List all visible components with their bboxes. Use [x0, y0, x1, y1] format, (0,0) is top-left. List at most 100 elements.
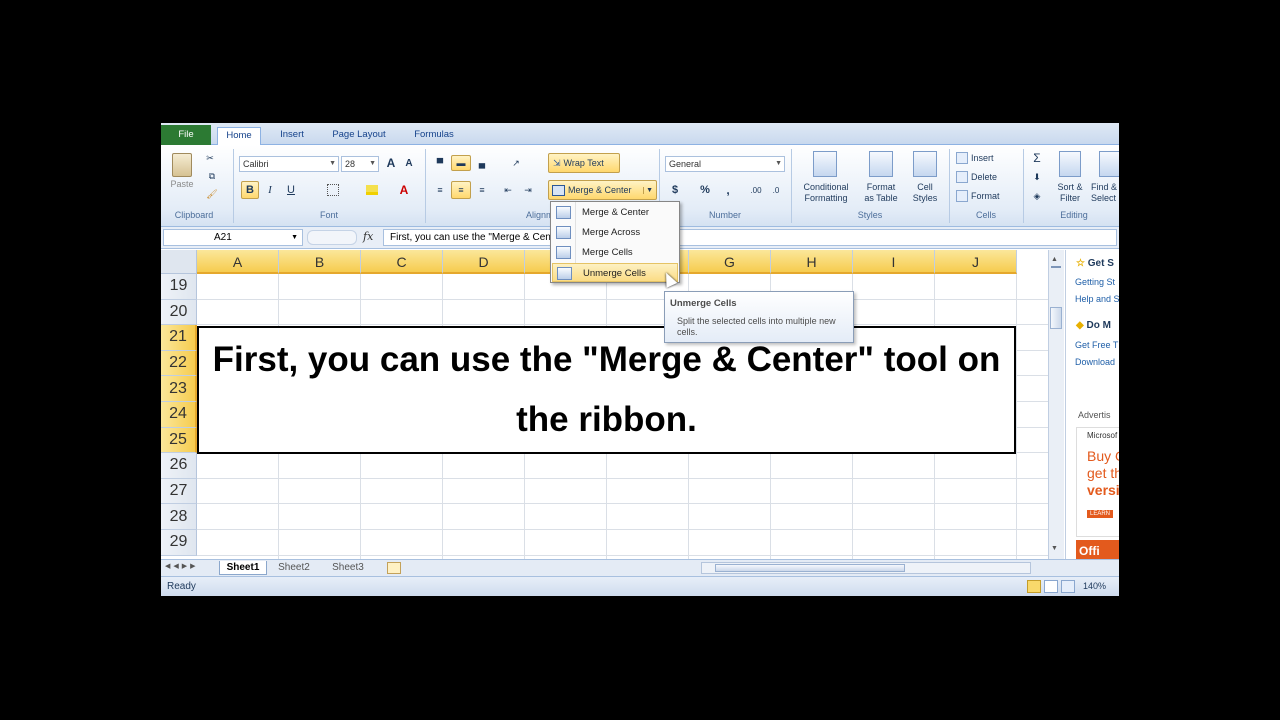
- name-box[interactable]: A21 ▼: [163, 229, 303, 246]
- column-header[interactable]: B: [279, 250, 361, 274]
- sheet-tab-1[interactable]: Sheet1: [219, 561, 267, 575]
- number-format-combo[interactable]: General ▼: [665, 156, 785, 172]
- increase-decimal-icon[interactable]: .00: [747, 181, 765, 199]
- currency-button[interactable]: $: [667, 181, 683, 199]
- percent-button[interactable]: %: [697, 181, 713, 199]
- merge-option-icon: [557, 267, 572, 280]
- align-left-icon[interactable]: ≡: [431, 181, 449, 199]
- cut-icon[interactable]: ✂: [203, 151, 217, 165]
- split-box[interactable]: [1051, 266, 1061, 268]
- sheet-tab-2[interactable]: Sheet2: [271, 561, 317, 575]
- font-color-icon[interactable]: A: [393, 181, 415, 199]
- borders-icon[interactable]: [321, 181, 345, 199]
- conditional-formatting-button[interactable]: Conditional Formatting: [795, 182, 857, 204]
- insert-cells-button[interactable]: Insert: [955, 150, 1017, 166]
- merged-cell-a21[interactable]: First, you can use the "Merge & Center" …: [197, 326, 1016, 454]
- row-header[interactable]: 28: [161, 504, 197, 530]
- orientation-icon[interactable]: ↗: [505, 155, 527, 171]
- cell-styles-button[interactable]: Cell Styles: [905, 182, 945, 204]
- align-middle-icon[interactable]: ▬: [451, 155, 471, 171]
- normal-view-icon[interactable]: [1027, 580, 1041, 593]
- merge-menu-item[interactable]: Unmerge Cells: [552, 263, 678, 282]
- vertical-scrollbar[interactable]: ▲ ▼: [1048, 250, 1064, 559]
- ad-box[interactable]: Microsof Buy O get th versi LEARN: [1076, 427, 1119, 537]
- paste-button[interactable]: Paste: [167, 149, 197, 193]
- column-header[interactable]: A: [197, 250, 279, 274]
- row-header[interactable]: 20: [161, 299, 197, 326]
- merge-menu-item[interactable]: Merge Cells: [552, 243, 678, 262]
- help-link[interactable]: Help and S: [1075, 294, 1119, 304]
- align-right-icon[interactable]: ≡: [473, 181, 491, 199]
- fill-icon[interactable]: ⬇: [1029, 169, 1045, 185]
- italic-button[interactable]: I: [262, 181, 278, 199]
- select-all-button[interactable]: [161, 250, 197, 274]
- row-header[interactable]: 29: [161, 530, 197, 556]
- format-painter-icon[interactable]: 🖌: [205, 187, 219, 201]
- column-header[interactable]: D: [443, 250, 525, 274]
- increase-indent-icon[interactable]: ⇥: [519, 181, 537, 199]
- clear-icon[interactable]: ◈: [1029, 188, 1045, 204]
- sheet-nav-buttons[interactable]: ◀◀▶▶: [165, 562, 199, 570]
- sheet-tab-3[interactable]: Sheet3: [325, 561, 371, 575]
- column-header[interactable]: H: [771, 250, 853, 274]
- underline-button[interactable]: U: [281, 181, 301, 199]
- delete-cells-button[interactable]: Delete: [955, 169, 1017, 185]
- row-header[interactable]: 22: [161, 350, 197, 377]
- page-layout-view-icon[interactable]: [1044, 580, 1058, 593]
- font-name-combo[interactable]: Calibri ▼: [239, 156, 339, 172]
- row-header[interactable]: 27: [161, 478, 197, 505]
- wrap-text-button[interactable]: ⇲ Wrap Text: [548, 153, 620, 173]
- horizontal-scroll-thumb[interactable]: [715, 564, 905, 572]
- tab-formulas[interactable]: Formulas: [405, 127, 463, 145]
- tab-page-layout[interactable]: Page Layout: [323, 127, 395, 145]
- align-center-icon[interactable]: ≡: [451, 181, 471, 199]
- shrink-font-button[interactable]: A: [401, 155, 417, 171]
- decrease-indent-icon[interactable]: ⇤: [499, 181, 517, 199]
- column-header[interactable]: I: [853, 250, 935, 274]
- getting-started-link[interactable]: Getting St: [1075, 277, 1115, 287]
- insert-sheet-icon[interactable]: [387, 562, 401, 574]
- merge-option-icon: [556, 246, 571, 259]
- align-bottom-icon[interactable]: ▄: [473, 155, 491, 171]
- vertical-scroll-thumb[interactable]: [1050, 307, 1062, 329]
- grow-font-button[interactable]: A: [383, 155, 399, 171]
- tab-file[interactable]: File: [161, 125, 211, 145]
- merge-menu-item[interactable]: Merge Across: [552, 223, 678, 242]
- row-header[interactable]: 19: [161, 274, 197, 300]
- row-header[interactable]: 26: [161, 453, 197, 479]
- format-as-table-button[interactable]: Format as Table: [857, 182, 905, 204]
- merge-center-button[interactable]: Merge & Center ▼: [548, 180, 657, 200]
- row-header[interactable]: 21: [161, 325, 197, 351]
- align-top-icon[interactable]: ▀: [431, 155, 449, 171]
- format-cells-button[interactable]: Format: [955, 188, 1017, 204]
- row-header[interactable]: 23: [161, 376, 197, 402]
- get-free-link[interactable]: Get Free T: [1075, 340, 1118, 350]
- scroll-up-icon[interactable]: ▲: [1051, 256, 1058, 263]
- fill-color-icon[interactable]: [361, 181, 383, 199]
- insert-function-button[interactable]: fx: [363, 230, 373, 243]
- autosum-button[interactable]: Σ: [1029, 150, 1045, 166]
- column-header[interactable]: C: [361, 250, 443, 274]
- decrease-decimal-icon[interactable]: .0: [767, 181, 785, 199]
- column-header[interactable]: J: [935, 250, 1017, 274]
- ad-learn-button[interactable]: LEARN: [1087, 510, 1114, 518]
- page-break-view-icon[interactable]: [1061, 580, 1075, 593]
- download-link[interactable]: Download: [1075, 357, 1115, 367]
- formula-input[interactable]: First, you can use the "Merge & Center" …: [383, 229, 1117, 246]
- scroll-down-icon[interactable]: ▼: [1051, 545, 1058, 552]
- merge-menu-item[interactable]: Merge & Center: [552, 203, 678, 222]
- tab-insert[interactable]: Insert: [271, 127, 313, 145]
- bold-button[interactable]: B: [241, 181, 259, 199]
- font-size-combo[interactable]: 28 ▼: [341, 156, 379, 172]
- worksheet-grid[interactable]: ABCDEFGHIJ 1920212223242526272829 First,…: [161, 250, 1048, 559]
- zoom-level[interactable]: 140%: [1083, 581, 1106, 591]
- copy-icon[interactable]: ⧉: [203, 169, 221, 183]
- row-header[interactable]: 25: [161, 427, 197, 454]
- row-header[interactable]: 24: [161, 402, 197, 428]
- horizontal-scrollbar[interactable]: [701, 562, 1031, 574]
- comma-button[interactable]: ,: [721, 181, 735, 199]
- find-select-button[interactable]: Find & Select: [1091, 182, 1119, 204]
- column-header[interactable]: G: [689, 250, 771, 274]
- tab-home[interactable]: Home: [217, 127, 261, 146]
- sort-filter-button[interactable]: Sort & Filter: [1053, 182, 1087, 204]
